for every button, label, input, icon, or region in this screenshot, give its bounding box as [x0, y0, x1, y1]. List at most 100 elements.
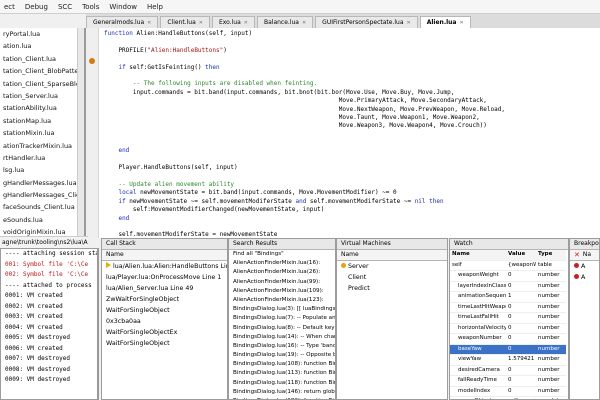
search-result-row[interactable]: AlienActionFinderMixin.lua(123):: [229, 296, 335, 305]
menu-window[interactable]: Window: [109, 3, 137, 11]
file-tree-item[interactable]: stationMap.lua: [0, 115, 84, 127]
tab-guifirstpersonspectate[interactable]: GUIFirstPersonSpectate.lua ✕: [315, 16, 418, 28]
search-result-row[interactable]: AlienActionFinderMixin.lua(99):: [229, 278, 335, 287]
search-result-row[interactable]: AlienActionFinderMixin.lua(16):: [229, 259, 335, 268]
watch-cell[interactable]: 1: [506, 292, 536, 303]
watch-cell[interactable]: desiredCamera: [450, 366, 506, 376]
watch-column-header[interactable]: Name: [450, 250, 506, 261]
vm-row[interactable]: Predict: [337, 283, 447, 294]
watch-cell[interactable]: {weaponWorld = 146}: [506, 261, 536, 271]
file-tree-item[interactable]: eSounds.lua: [0, 214, 84, 226]
search-result-row[interactable]: BindingsDialog.lua(19): -- Opposite bind…: [229, 351, 335, 360]
call-stack-row[interactable]: ZwWaitForSingleObject: [102, 294, 227, 305]
watch-column-header[interactable]: Value: [506, 250, 536, 261]
file-tree-item[interactable]: ation.lua: [0, 40, 84, 52]
column-header-name[interactable]: ✕ Na: [570, 250, 599, 261]
code-text[interactable]: function Alien:HandleButtons(self, input…: [104, 30, 600, 238]
call-stack-row[interactable]: WaitForSingleObject: [102, 338, 227, 349]
call-stack-row[interactable]: WaitForSingleObjectEx: [102, 327, 227, 338]
watch-cell[interactable]: number: [536, 334, 566, 345]
call-stack-row[interactable]: lua/Player.lua:OnProcessMove Line 1: [102, 272, 227, 283]
vm-row[interactable]: Client: [337, 272, 447, 283]
watch-cell[interactable]: number: [536, 355, 566, 366]
watch-cell[interactable]: timeLastFallHit: [450, 313, 506, 324]
watch-cell[interactable]: 0: [506, 387, 536, 397]
watch-cell[interactable]: number: [536, 376, 566, 387]
file-tree-item[interactable]: stationMixin.lua: [0, 127, 84, 139]
search-result-row[interactable]: BindingsDialog.lua(7): -- Populate and m…: [229, 314, 335, 323]
watch-cell[interactable]: number: [536, 303, 566, 313]
search-result-row[interactable]: BindingsDialog.lua(8): -- Default key bi…: [229, 324, 335, 333]
call-stack-row[interactable]: 0x3cba0aa: [102, 316, 227, 327]
watch-cell[interactable]: 0: [506, 271, 536, 282]
watch-cell[interactable]: number: [536, 292, 566, 303]
call-stack-row[interactable]: lua/Alien.lua:Alien:HandleButtons Line 4…: [102, 261, 227, 272]
search-result-row[interactable]: AlienActionFinderMixin.lua(109):: [229, 287, 335, 296]
watch-cell[interactable]: number: [536, 344, 566, 355]
breakpoint-marker-icon[interactable]: [89, 58, 95, 64]
close-icon[interactable]: ✕: [407, 20, 411, 26]
file-tree-item[interactable]: rtHandler.lua: [0, 152, 84, 164]
search-result-row[interactable]: BindingsDialog.lua(146): return globalCo…: [229, 388, 335, 397]
watch-cell[interactable]: layerIndexInClass: [450, 282, 506, 292]
watch-cell[interactable]: animationSequence: [450, 292, 506, 303]
code-editor[interactable]: function Alien:HandleButtons(self, input…: [86, 28, 600, 238]
close-icon[interactable]: ✕: [147, 20, 151, 26]
watch-cell[interactable]: 0: [506, 313, 536, 324]
search-result-row[interactable]: AlienActionFinderMixin.lua(26):: [229, 268, 335, 277]
menu-tools[interactable]: Tools: [82, 3, 99, 11]
watch-cell[interactable]: baseYaw: [450, 344, 506, 355]
file-tree-item[interactable]: tation_Server.lua: [0, 90, 84, 102]
tab-balance[interactable]: Balance.lua ✕: [256, 16, 314, 28]
watch-cell[interactable]: table: [536, 261, 566, 271]
search-result-row[interactable]: BindingsDialog.lua(118): function Bindin…: [229, 379, 335, 388]
watch-cell[interactable]: number: [536, 271, 566, 282]
file-tree-item[interactable]: tation_Client_BlobPatterns.lu: [0, 65, 84, 77]
watch-cell[interactable]: 0: [506, 282, 536, 292]
delete-breakpoint-icon[interactable]: ✕: [574, 250, 580, 260]
file-tree-item[interactable]: ationTrackerMixin.lua: [0, 140, 84, 152]
breakpoint-row[interactable]: A: [570, 261, 599, 272]
file-tree-item[interactable]: gHandlerMessages_Client.lu: [0, 189, 84, 201]
watch-cell[interactable]: viewYaw: [450, 355, 506, 366]
close-icon[interactable]: ✕: [459, 20, 463, 26]
file-tree-item[interactable]: gHandlerMessages.lua: [0, 177, 84, 189]
menu-help[interactable]: Help: [147, 3, 163, 11]
file-tree-item[interactable]: faceSounds_Client.lua: [0, 201, 84, 213]
call-stack-row[interactable]: WaitForSingleObject: [102, 305, 227, 316]
column-header-name[interactable]: Name: [102, 250, 227, 261]
search-result-row[interactable]: BindingsDialog.lua(14): -- When changing…: [229, 333, 335, 342]
file-tree-item[interactable]: lsg.lua: [0, 164, 84, 176]
tab-exo[interactable]: Exo.lua ✕: [212, 16, 255, 28]
vm-row[interactable]: Server: [337, 261, 447, 272]
search-result-row[interactable]: BindingsDialog.lua(113): function Bindin…: [229, 369, 335, 378]
watch-cell[interactable]: number: [536, 324, 566, 334]
watch-cell[interactable]: number: [536, 366, 566, 376]
watch-cell[interactable]: horizontalVelocity: [450, 324, 506, 334]
watch-cell[interactable]: 0: [506, 324, 536, 334]
search-result-row[interactable]: Find all "Bindings": [229, 250, 335, 259]
watch-cell[interactable]: 0: [506, 303, 536, 313]
watch-cell[interactable]: modelIndex: [450, 387, 506, 397]
watch-column-header[interactable]: Type: [536, 250, 566, 261]
watch-cell[interactable]: number: [536, 387, 566, 397]
tab-alien[interactable]: Alien.lua ✕: [419, 16, 471, 28]
search-result-row[interactable]: BindingsDialog.lua(108): function Bindin…: [229, 360, 335, 369]
file-tree-scrollbar[interactable]: [77, 28, 84, 250]
watch-cell[interactable]: 0: [506, 366, 536, 376]
watch-cell[interactable]: number: [536, 313, 566, 324]
search-result-row[interactable]: BindingsDialog.lua(3): [[ luaBindings: [229, 305, 335, 314]
watch-cell[interactable]: 0: [506, 376, 536, 387]
watch-cell[interactable]: number: [536, 282, 566, 292]
close-icon[interactable]: ✕: [244, 20, 248, 26]
close-icon[interactable]: ✕: [199, 20, 203, 26]
column-header-name[interactable]: Name: [337, 250, 447, 261]
menu-debug[interactable]: Debug: [25, 3, 48, 11]
menu-project[interactable]: ect: [4, 3, 15, 11]
menu-scc[interactable]: SCC: [58, 3, 72, 11]
watch-cell[interactable]: fallReadyTime: [450, 376, 506, 387]
watch-cell[interactable]: 0: [506, 344, 536, 355]
search-result-row[interactable]: BindingsDialog.lua(16): -- Type 'band' i…: [229, 342, 335, 351]
file-tree-item[interactable]: tation_Client.lua: [0, 53, 84, 65]
breakpoint-row[interactable]: A: [570, 272, 599, 283]
